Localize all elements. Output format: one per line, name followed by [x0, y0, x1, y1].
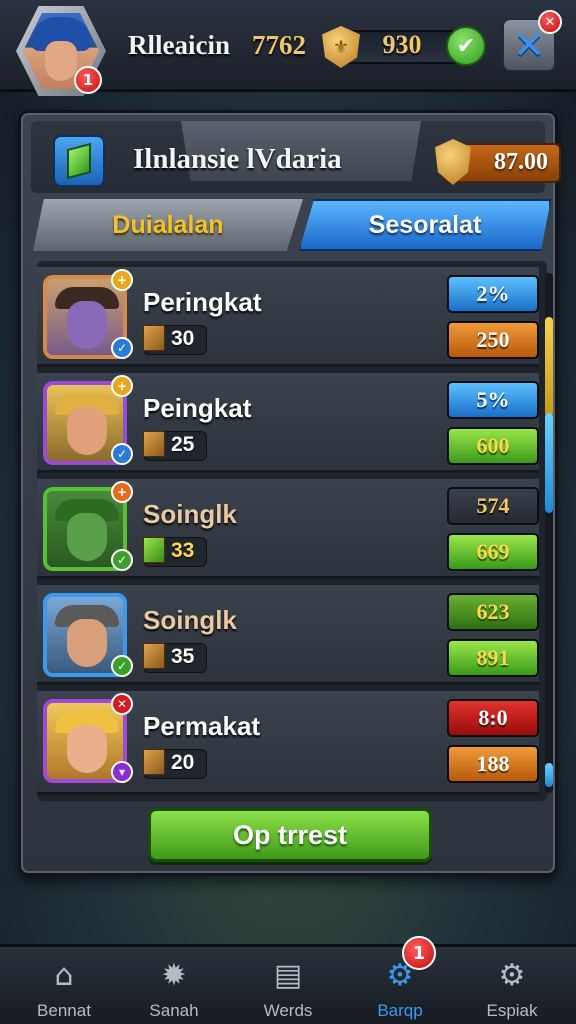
crate-icon: [143, 325, 165, 351]
nav-label: Bennat: [37, 1001, 91, 1020]
down-badge-icon: ▾: [111, 761, 133, 783]
gold-value: 87.00: [494, 149, 548, 175]
row-bottom-value[interactable]: 250: [447, 321, 539, 359]
avatar-notification-badge: 1: [74, 66, 102, 94]
nav-label: Barqp: [377, 1001, 423, 1020]
player-name: Rlleaicin: [128, 30, 230, 60]
row-bottom-value[interactable]: 188: [447, 745, 539, 783]
nav-label: Espiak: [486, 1001, 538, 1020]
player-level: 7762: [252, 30, 306, 60]
ranking-list: + ✓ Peringkat 30 2% 250 + ✓ Peingkat 25 …: [37, 261, 547, 801]
list-item[interactable]: ✕ ▾ Permakat 20 8:0 188: [37, 691, 539, 795]
scrollbar-thumb[interactable]: [545, 317, 553, 417]
tab-sesoralat[interactable]: Sesoralat: [299, 199, 551, 251]
scrollbar-thumb-end[interactable]: [545, 763, 553, 787]
list-item[interactable]: + ✓ Peingkat 25 5% 600: [37, 373, 539, 473]
confirm-check-button[interactable]: ✔: [446, 26, 486, 66]
row-stat: 35: [171, 645, 195, 668]
tab-duialalan[interactable]: Duialalan: [33, 199, 303, 251]
scrollbar-thumb-secondary[interactable]: [545, 413, 553, 513]
crate-icon: [143, 431, 165, 457]
nav-label: Werds: [263, 1001, 313, 1020]
row-bottom-value[interactable]: 891: [447, 639, 539, 677]
row-name: Soinglk: [143, 605, 237, 635]
list-item[interactable]: ✓ Soinglk 35 623 891: [37, 585, 539, 685]
remove-icon: ✕: [111, 693, 133, 715]
row-top-value[interactable]: 2%: [447, 275, 539, 313]
leaderboard-panel: Ilnlansie lVdaria 87.00 Duialalan Sesora…: [18, 110, 561, 876]
gem-icon: [53, 135, 105, 187]
plus-icon: +: [111, 375, 133, 397]
row-name: Peingkat: [143, 393, 252, 423]
row-top-value[interactable]: 8:0: [447, 699, 539, 737]
nav-item-espiak[interactable]: ⚙ Espiak: [460, 951, 564, 1023]
list-item[interactable]: + ✓ Peringkat 30 2% 250: [37, 267, 539, 367]
coin-value: 930: [382, 30, 422, 59]
home-icon: ⌂: [54, 957, 74, 993]
check-badge-icon: ✓: [111, 549, 133, 571]
cards-icon: ▤: [273, 957, 303, 993]
list-item[interactable]: + ✓ Soinglk 33 574 669: [37, 479, 539, 579]
row-top-value[interactable]: 623: [447, 593, 539, 631]
plus-icon: +: [111, 269, 133, 291]
check-badge-icon: ✓: [111, 655, 133, 677]
bottom-navigation: ⌂ Bennat ✹ Sanah ▤ Werds ⚙ Barqp ⚙ Espia…: [0, 944, 576, 1024]
check-badge-icon: ✓: [111, 337, 133, 359]
row-bottom-value[interactable]: 669: [447, 533, 539, 571]
row-name: Soinglk: [143, 499, 237, 529]
close-button[interactable]: ✕ ✕: [502, 10, 562, 72]
nav-notification-badge: 1: [402, 936, 436, 970]
nav-item-bennat[interactable]: ⌂ Bennat: [12, 951, 116, 1023]
row-stat: 33: [171, 539, 195, 562]
star-gear-icon: ✹: [161, 957, 187, 993]
crate-icon: [143, 749, 165, 775]
crate-icon: [143, 537, 165, 563]
plus-icon: +: [111, 481, 133, 503]
panel-header: Ilnlansie lVdaria 87.00: [31, 121, 561, 193]
row-stat: 20: [171, 751, 195, 774]
check-badge-icon: ✓: [111, 443, 133, 465]
row-stat: 30: [171, 327, 195, 350]
row-name: Peringkat: [143, 287, 262, 317]
crate-icon: [143, 643, 165, 669]
primary-action-button[interactable]: Op trrest: [148, 808, 432, 862]
row-top-value[interactable]: 574: [447, 487, 539, 525]
nav-item-sanah[interactable]: ✹ Sanah: [122, 951, 226, 1023]
nav-item-werds[interactable]: ▤ Werds: [236, 951, 340, 1023]
nav-item-barqp[interactable]: ⚙ Barqp: [348, 951, 452, 1023]
top-bar: 1 Rlleaicin 7762 ⚜ 930 ✔ ✕ ✕: [0, 0, 576, 96]
row-top-value[interactable]: 5%: [447, 381, 539, 419]
row-name: Permakat: [143, 711, 261, 741]
row-stat: 25: [171, 433, 195, 456]
list-scrollbar[interactable]: [545, 273, 553, 793]
settings-icon: ⚙: [498, 957, 526, 993]
panel-title: Ilnlansie lVdaria: [133, 143, 342, 175]
close-alert-badge: ✕: [538, 10, 562, 34]
nav-label: Sanah: [149, 1001, 199, 1020]
row-bottom-value[interactable]: 600: [447, 427, 539, 465]
